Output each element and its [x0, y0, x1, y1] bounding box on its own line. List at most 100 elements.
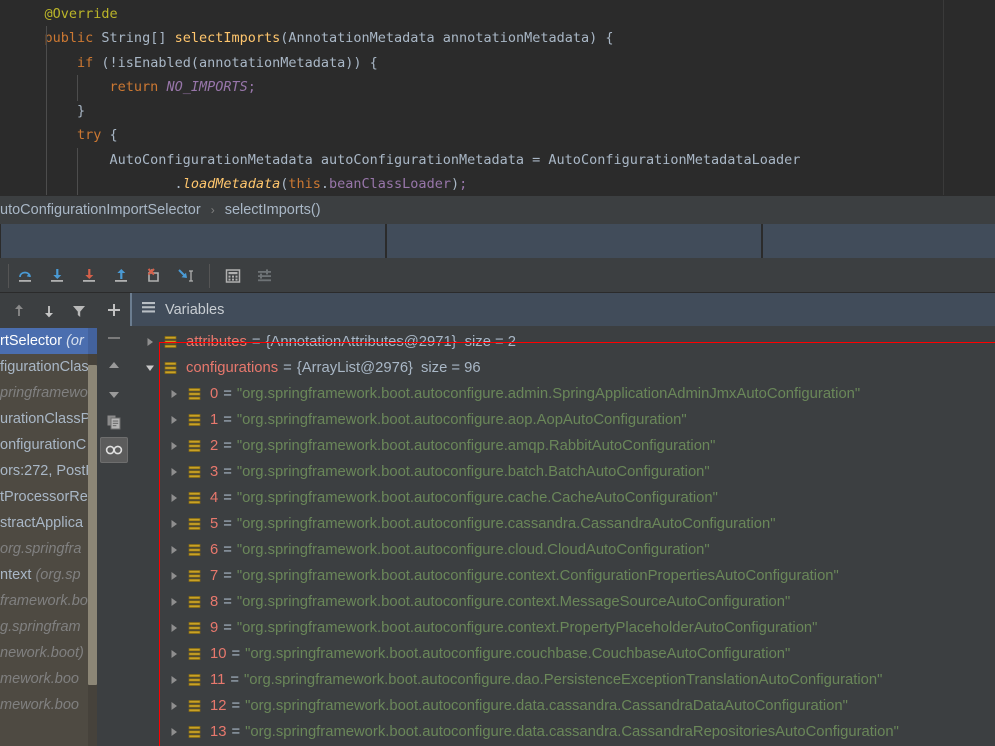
frame-row[interactable]: framework.bo	[0, 588, 97, 614]
breadcrumb-class[interactable]: utoConfigurationImportSelector	[0, 202, 201, 218]
frame-row[interactable]: urationClassP	[0, 406, 97, 432]
variables-header[interactable]: Variables	[130, 293, 995, 326]
frames-filter-icon[interactable]	[64, 298, 94, 324]
force-step-into-icon[interactable]	[75, 263, 105, 289]
variable-row[interactable]: attributes = {AnnotationAttributes@2971} si…	[130, 329, 995, 355]
frame-row-name: ntext	[0, 567, 36, 583]
expand-triangle-right-icon[interactable]	[162, 570, 186, 582]
variable-equals: =	[223, 620, 232, 636]
variable-row[interactable]: 8 = "org.springframework.boot.autoconfigur…	[130, 589, 995, 615]
frames-scrollbar[interactable]	[88, 328, 97, 746]
variable-value: "org.springframework.boot.autoconfigure.…	[236, 464, 710, 480]
variable-name: configurations	[186, 360, 279, 376]
move-up-icon[interactable]	[100, 353, 128, 379]
variable-value-icon	[186, 517, 204, 531]
expand-triangle-right-icon[interactable]	[162, 466, 186, 478]
variable-row[interactable]: 7 = "org.springframework.boot.autoconfigur…	[130, 563, 995, 589]
drop-frame-icon[interactable]	[139, 263, 169, 289]
variable-equals: =	[223, 412, 232, 428]
frame-row[interactable]: rtSelector (or	[0, 328, 97, 354]
frames-down-icon[interactable]	[34, 298, 64, 324]
frame-row[interactable]: ntext (org.sp	[0, 562, 97, 588]
variables-list-icon	[141, 300, 156, 320]
run-to-cursor-icon[interactable]	[171, 263, 201, 289]
frames-list[interactable]: rtSelector (or figurationClas pringframewo…	[0, 328, 97, 718]
editor-right-gutter	[943, 0, 995, 195]
expand-triangle-right-icon[interactable]	[162, 674, 186, 686]
expand-triangle-right-icon[interactable]	[162, 492, 186, 504]
variable-row[interactable]: 5 = "org.springframework.boot.autoconfigur…	[130, 511, 995, 537]
expand-triangle-right-icon[interactable]	[162, 596, 186, 608]
variable-value: "org.springframework.boot.autoconfigure.…	[236, 594, 791, 610]
variable-value: "org.springframework.boot.autoconfigure.…	[236, 620, 818, 636]
variable-row[interactable]: 6 = "org.springframework.boot.autoconfigur…	[130, 537, 995, 563]
frame-row[interactable]: org.springfra	[0, 536, 97, 562]
step-out-icon[interactable]	[107, 263, 137, 289]
variables-tree[interactable]: attributes = {AnnotationAttributes@2971} si…	[130, 326, 995, 745]
frame-row[interactable]: stractApplica	[0, 510, 97, 536]
frame-row-package: framework.bo	[0, 593, 88, 609]
variable-row[interactable]: 3 = "org.springframework.boot.autoconfigur…	[130, 459, 995, 485]
breadcrumb-method[interactable]: selectImports()	[225, 202, 321, 218]
expand-triangle-right-icon[interactable]	[138, 336, 162, 348]
expand-triangle-down-icon[interactable]	[138, 362, 162, 374]
expand-triangle-right-icon[interactable]	[162, 518, 186, 530]
step-into-icon[interactable]	[43, 263, 73, 289]
evaluate-expression-icon[interactable]	[218, 263, 248, 289]
step-over-icon[interactable]	[11, 263, 41, 289]
remove-watch-icon[interactable]	[100, 325, 128, 351]
frames-up-icon[interactable]	[4, 298, 34, 324]
frame-row[interactable]: g.springfram	[0, 614, 97, 640]
variable-value-icon	[186, 543, 204, 557]
expand-triangle-right-icon[interactable]	[162, 648, 186, 660]
expand-triangle-right-icon[interactable]	[162, 388, 186, 400]
frame-row-name: onfigurationC	[0, 437, 87, 453]
move-down-icon[interactable]	[100, 381, 128, 407]
variable-row[interactable]: 0 = "org.springframework.boot.autoconfigur…	[130, 381, 995, 407]
variable-row[interactable]: 2 = "org.springframework.boot.autoconfigur…	[130, 433, 995, 459]
variable-equals: =	[223, 542, 232, 558]
frame-row[interactable]: tProcessorReg	[0, 484, 97, 510]
variable-value: "org.springframework.boot.autoconfigure.…	[236, 542, 710, 558]
breadcrumb[interactable]: utoConfigurationImportSelector › selectI…	[0, 195, 995, 223]
variable-row[interactable]: 11 = "org.springframework.boot.autoconfigu…	[130, 667, 995, 693]
tabstrip-panel-2[interactable]	[386, 224, 762, 258]
expand-triangle-right-icon[interactable]	[162, 700, 186, 712]
copy-value-icon[interactable]	[100, 409, 128, 435]
frame-row[interactable]: pringframewo	[0, 380, 97, 406]
frames-scrollbar-thumb[interactable]	[88, 365, 97, 685]
frame-row[interactable]: mework.boo	[0, 692, 97, 718]
variable-row[interactable]: 12 = "org.springframework.boot.autoconfigu…	[130, 693, 995, 719]
variable-value: "org.springframework.boot.autoconfigure.…	[236, 412, 687, 428]
frame-row[interactable]: nework.boot)	[0, 640, 97, 666]
variables-panel[interactable]: Variables attributes = {AnnotationAttribut…	[130, 293, 995, 746]
settings-lines-icon[interactable]	[250, 263, 280, 289]
expand-triangle-right-icon[interactable]	[162, 544, 186, 556]
variable-value-icon	[186, 465, 204, 479]
variable-value: "org.springframework.boot.autoconfigure.…	[236, 516, 776, 532]
frames-panel[interactable]: rtSelector (or figurationClas pringframewo…	[0, 293, 97, 746]
variable-row[interactable]: 13 = "org.springframework.boot.autoconfigu…	[130, 719, 995, 745]
variable-row[interactable]: configurations = {ArrayList@2976} size = 96	[130, 355, 995, 381]
frame-row-package: (org.sp	[35, 567, 81, 583]
expand-triangle-right-icon[interactable]	[162, 414, 186, 426]
frame-row[interactable]: mework.boo	[0, 666, 97, 692]
variable-equals: =	[223, 568, 232, 584]
expand-triangle-right-icon[interactable]	[162, 440, 186, 452]
frame-row[interactable]: ors:272, PostP	[0, 458, 97, 484]
expand-triangle-right-icon[interactable]	[162, 622, 186, 634]
variable-row[interactable]: 10 = "org.springframework.boot.autoconfigu…	[130, 641, 995, 667]
frame-row[interactable]: figurationClas	[0, 354, 97, 380]
variable-row[interactable]: 4 = "org.springframework.boot.autoconfigur…	[130, 485, 995, 511]
tabstrip-panel-3[interactable]	[762, 224, 995, 258]
tabstrip-panel-1[interactable]	[0, 224, 386, 258]
inspect-watches-icon[interactable]	[99, 437, 128, 463]
expand-triangle-right-icon[interactable]	[162, 726, 186, 738]
add-watch-icon[interactable]	[100, 297, 128, 323]
frame-row[interactable]: onfigurationC	[0, 432, 97, 458]
code-editor[interactable]: @Override public String[] selectImports(…	[0, 0, 995, 195]
code-line: return NO_IMPORTS;	[109, 78, 256, 95]
variable-row[interactable]: 1 = "org.springframework.boot.autoconfigur…	[130, 407, 995, 433]
variable-row[interactable]: 9 = "org.springframework.boot.autoconfigur…	[130, 615, 995, 641]
variable-name: 3	[210, 464, 219, 480]
